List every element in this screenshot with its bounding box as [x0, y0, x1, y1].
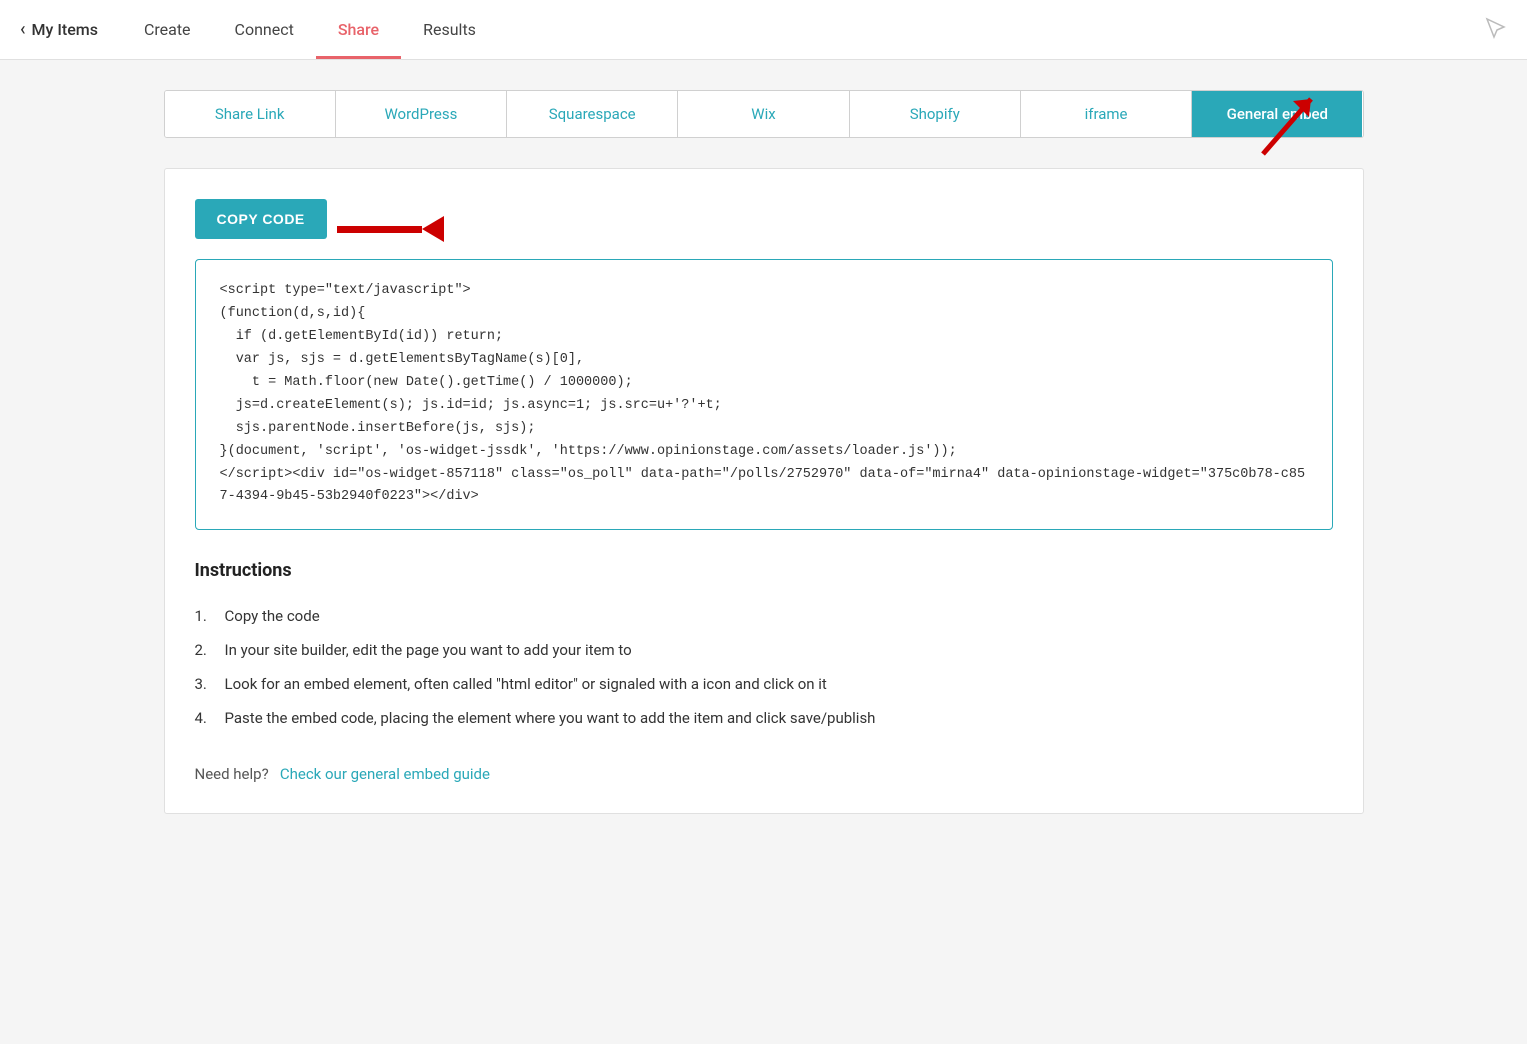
nav-item-connect[interactable]: Connect	[213, 0, 316, 59]
cursor-icon	[1483, 15, 1507, 45]
instructions-list: 1. Copy the code 2. In your site builder…	[195, 599, 1333, 735]
need-help-label: Need help?	[195, 765, 269, 783]
embed-code-box: <script type="text/javascript"> (functio…	[195, 259, 1333, 530]
list-item: 1. Copy the code	[195, 599, 1333, 633]
nav-item-results[interactable]: Results	[401, 0, 498, 59]
nav-items: Create Connect Share Results	[122, 0, 498, 59]
general-embed-guide-link[interactable]: Check our general embed guide	[280, 765, 490, 783]
need-help-section: Need help? Check our general embed guide	[195, 765, 1333, 783]
list-item: 4. Paste the embed code, placing the ele…	[195, 701, 1333, 735]
tab-wix[interactable]: Wix	[678, 91, 849, 137]
instructions-title: Instructions	[195, 560, 1333, 581]
top-navigation: ‹ My Items Create Connect Share Results	[0, 0, 1527, 60]
tab-iframe[interactable]: iframe	[1021, 91, 1192, 137]
list-item: 3. Look for an embed element, often call…	[195, 667, 1333, 701]
back-to-my-items[interactable]: ‹ My Items	[20, 19, 98, 40]
nav-item-create[interactable]: Create	[122, 0, 213, 59]
main-content: Share Link WordPress Squarespace Wix Sho…	[124, 60, 1404, 844]
tab-shopify[interactable]: Shopify	[850, 91, 1021, 137]
tabs-row: Share Link WordPress Squarespace Wix Sho…	[164, 90, 1364, 138]
back-label: My Items	[32, 20, 98, 39]
back-arrow-icon: ‹	[20, 19, 26, 40]
nav-item-share[interactable]: Share	[316, 0, 401, 59]
instructions-section: Instructions 1. Copy the code 2. In your…	[195, 560, 1333, 735]
copy-code-section: COPY CODE	[195, 199, 1333, 259]
left-arrow-annotation	[337, 216, 444, 242]
tab-wordpress[interactable]: WordPress	[336, 91, 507, 137]
list-item: 2. In your site builder, edit the page y…	[195, 633, 1333, 667]
content-area: COPY CODE <script type="text/javascript"…	[164, 168, 1364, 814]
tab-share-link[interactable]: Share Link	[165, 91, 336, 137]
copy-code-button[interactable]: COPY CODE	[195, 199, 327, 239]
top-right-arrow-annotation	[1243, 79, 1333, 173]
tab-squarespace[interactable]: Squarespace	[507, 91, 678, 137]
